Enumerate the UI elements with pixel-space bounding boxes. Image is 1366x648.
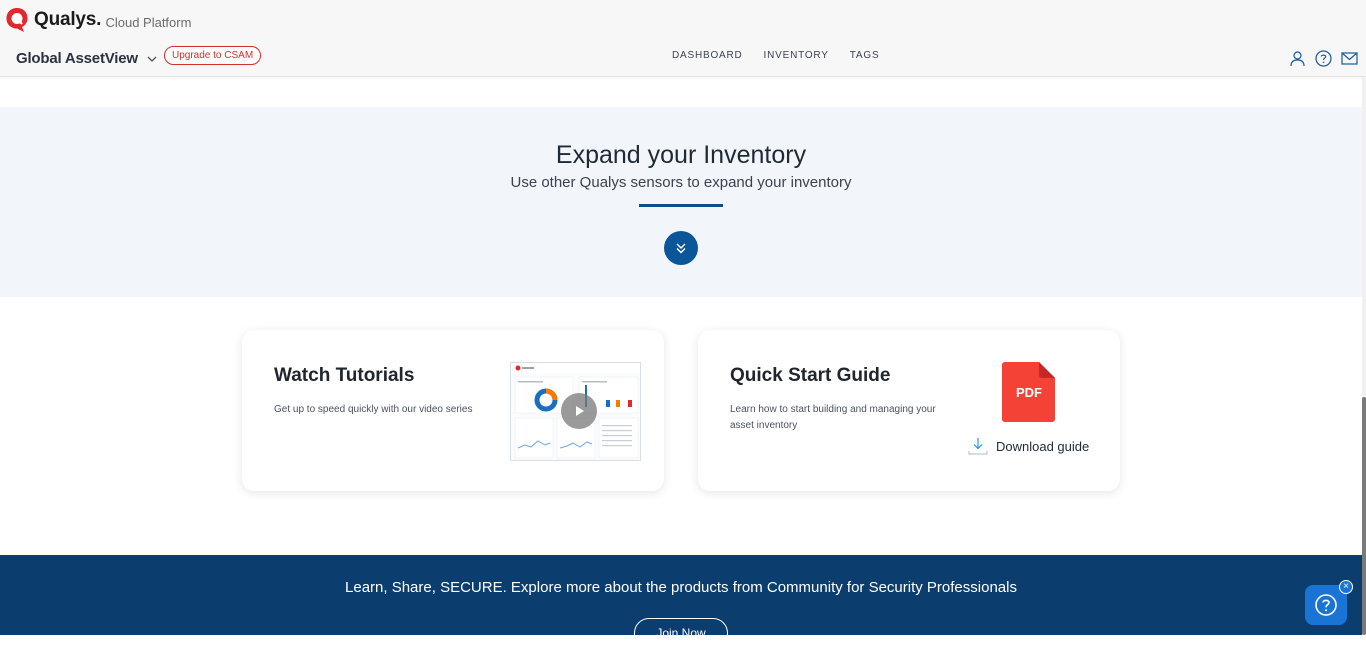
expand-title: Expand your Inventory	[555, 141, 807, 169]
tutorials-card[interactable]: Watch Tutorials Get up to speed quickly …	[242, 330, 664, 491]
pdf-label: PDF	[1016, 385, 1042, 400]
guide-description: Learn how to start building and managing…	[730, 404, 936, 431]
mail-icon[interactable]	[1341, 50, 1358, 67]
quick-start-card[interactable]: Quick Start Guide Learn how to start bui…	[698, 330, 1120, 491]
play-button[interactable]	[561, 393, 597, 429]
chevron-down-icon	[147, 56, 157, 62]
expand-subtitle: Use other Qualys sensors to expand your …	[510, 174, 852, 191]
top-nav: DASHBOARD INVENTORY TAGS	[672, 50, 879, 61]
community-text: Learn, Share, SECURE. Explore more about…	[345, 579, 1017, 596]
user-icon[interactable]	[1289, 50, 1306, 67]
community-band: Learn, Share, SECURE. Explore more about…	[0, 555, 1362, 648]
download-label: Download guide	[996, 438, 1090, 454]
tutorials-title: Watch Tutorials	[274, 365, 415, 386]
brand[interactable]: Qualys. Cloud Platform	[5, 7, 191, 33]
nav-tags[interactable]: TAGS	[850, 50, 880, 61]
pdf-icon[interactable]: PDF	[1002, 362, 1055, 422]
download-guide-link[interactable]: Download guide	[968, 437, 1089, 455]
double-chevron-down-icon	[676, 243, 686, 254]
video-thumbnail[interactable]	[510, 362, 641, 461]
brand-dot: .	[96, 9, 102, 30]
brand-subtitle: Cloud Platform	[105, 14, 192, 30]
nav-inventory[interactable]: INVENTORY	[764, 50, 829, 61]
scroll-down-button[interactable]	[664, 231, 698, 265]
join-now-button[interactable]: Join Now	[634, 618, 728, 648]
play-icon	[576, 406, 584, 416]
tutorials-description: Get up to speed quickly with our video s…	[274, 404, 473, 415]
help-icon[interactable]	[1315, 50, 1332, 67]
qualys-logo-icon	[6, 8, 28, 32]
expand-inventory-section: Expand your Inventory Use other Qualys s…	[0, 107, 1362, 297]
app-name: Global AssetView	[16, 50, 138, 67]
download-icon	[968, 438, 988, 455]
guide-title: Quick Start Guide	[730, 365, 891, 386]
title-underline	[639, 204, 723, 207]
brand-name: Qualys	[34, 9, 97, 30]
upgrade-button[interactable]: Upgrade to CSAM	[164, 46, 262, 65]
app-header: Qualys. Cloud Platform Global AssetView …	[0, 0, 1366, 77]
app-switcher[interactable]: Global AssetView	[16, 50, 158, 67]
scrollbar-thumb[interactable]	[1362, 397, 1366, 635]
help-chat-icon	[1315, 594, 1337, 616]
nav-dashboard[interactable]: DASHBOARD	[672, 50, 743, 61]
close-icon[interactable]: ×	[1339, 580, 1353, 594]
header-icons	[1289, 50, 1358, 67]
